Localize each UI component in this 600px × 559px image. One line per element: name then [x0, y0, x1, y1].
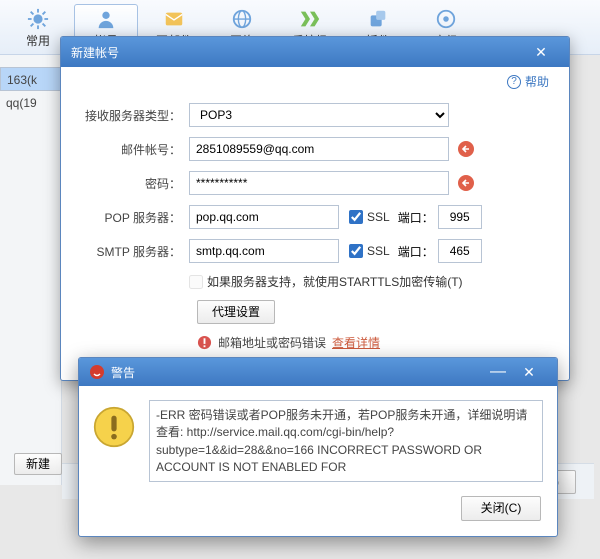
- app-icon: [89, 364, 105, 380]
- pop-port-input[interactable]: [438, 205, 482, 229]
- compose-icon: [163, 8, 185, 30]
- error-icon: [197, 335, 212, 350]
- user-icon: [95, 8, 117, 30]
- pop-server-input[interactable]: [189, 205, 339, 229]
- label-port: 端口：: [398, 243, 434, 260]
- mail-account-input[interactable]: [189, 137, 449, 161]
- password-input[interactable]: [189, 171, 449, 195]
- label-mail-account: 邮件帐号：: [79, 141, 189, 158]
- label-password: 密码：: [79, 175, 189, 192]
- smtp-port-input[interactable]: [438, 239, 482, 263]
- advanced-icon: [435, 8, 457, 30]
- label-pop-server: POP 服务器：: [79, 209, 189, 226]
- help-link[interactable]: ? 帮助: [507, 73, 549, 90]
- error-text: 邮箱地址或密码错误: [218, 334, 326, 351]
- proxy-settings-button[interactable]: 代理设置: [197, 300, 275, 324]
- smtp-ssl-checkbox[interactable]: SSL: [349, 244, 390, 258]
- label-recv-type: 接收服务器类型：: [79, 107, 189, 124]
- warning-title: 警告: [111, 364, 485, 381]
- close-icon[interactable]: ✕: [511, 364, 547, 381]
- new-account-dialog: 新建帐号 ✕ ? 帮助 接收服务器类型： POP3 邮件帐号： 密码：: [60, 36, 570, 381]
- list-item[interactable]: qq(19: [0, 91, 61, 115]
- dialog-titlebar[interactable]: 新建帐号 ✕: [61, 37, 569, 67]
- clear-icon[interactable]: [457, 140, 475, 158]
- label-port: 端口：: [398, 209, 434, 226]
- close-icon[interactable]: ✕: [523, 44, 559, 61]
- help-label: 帮助: [525, 73, 549, 90]
- help-icon: ?: [507, 75, 521, 89]
- error-details-link[interactable]: 查看详情: [332, 334, 380, 351]
- account-list: 163(k qq(19 新建: [0, 55, 62, 485]
- dialog-title: 新建帐号: [71, 44, 523, 61]
- warning-icon: [93, 406, 135, 448]
- plugin-icon: [367, 8, 389, 30]
- new-account-button[interactable]: 新建: [14, 453, 62, 475]
- recv-type-select[interactable]: POP3: [189, 103, 449, 127]
- gear-icon: [27, 8, 49, 30]
- smtp-server-input[interactable]: [189, 239, 339, 263]
- toolbar-label: 常用: [26, 32, 50, 49]
- warning-close-button[interactable]: 关闭(C): [461, 496, 541, 521]
- minimize-icon[interactable]: —: [485, 365, 511, 379]
- warning-dialog: 警告 — ✕ -ERR 密码错误或者POP服务未开通，若POP服务未开通，详细说…: [78, 357, 558, 537]
- clear-icon[interactable]: [457, 174, 475, 192]
- recycle-icon: [299, 8, 321, 30]
- warning-titlebar[interactable]: 警告 — ✕: [79, 358, 557, 386]
- label-smtp-server: SMTP 服务器：: [79, 243, 189, 260]
- starttls-checkbox[interactable]: 如果服务器支持，就使用STARTTLS加密传输(T): [189, 273, 463, 290]
- warning-message[interactable]: -ERR 密码错误或者POP服务未开通，若POP服务未开通，详细说明请查看: h…: [149, 400, 543, 482]
- globe-icon: [231, 8, 253, 30]
- pop-ssl-checkbox[interactable]: SSL: [349, 210, 390, 224]
